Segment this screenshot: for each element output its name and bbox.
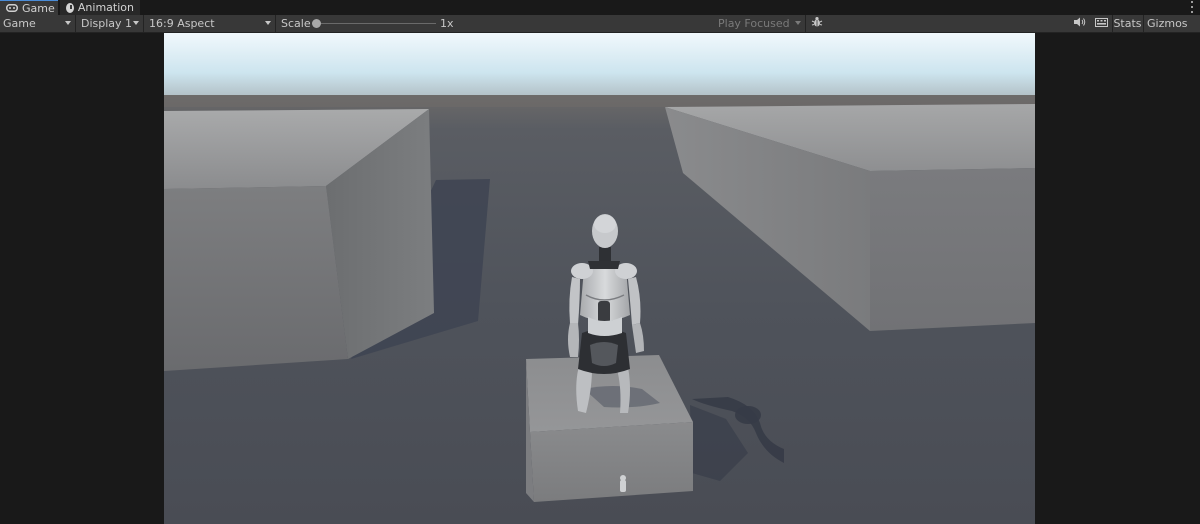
chevron-down-icon <box>65 21 71 25</box>
display-dropdown[interactable]: Display 1 <box>78 15 144 32</box>
view-mode-dropdown[interactable]: Game <box>0 15 76 32</box>
stats-button[interactable]: Stats <box>1112 15 1142 32</box>
scale-value: 1x <box>440 17 454 30</box>
game-scene-render <box>164 33 1035 524</box>
clock-icon <box>66 2 74 13</box>
kebab-menu-icon[interactable] <box>1190 1 1194 13</box>
keyboard-icon <box>1094 17 1108 30</box>
speaker-icon <box>1074 17 1086 30</box>
chevron-down-icon <box>795 21 801 25</box>
play-mode-dropdown[interactable]: Play Focused <box>714 15 806 32</box>
view-mode-value: Game <box>3 17 36 30</box>
scale-slider-track[interactable] <box>316 23 436 24</box>
tab-game-label: Game <box>22 1 55 15</box>
bug-button[interactable] <box>808 15 826 32</box>
mute-audio-button[interactable] <box>1070 15 1090 32</box>
display-value: Display 1 <box>81 17 133 30</box>
aspect-dropdown[interactable]: 16:9 Aspect <box>146 15 276 32</box>
game-viewport[interactable] <box>164 33 1035 524</box>
scale-slider[interactable] <box>312 15 436 32</box>
game-toolbar: Game Display 1 16:9 Aspect Scale 1x Play… <box>0 15 1200 33</box>
gamepad-icon <box>6 2 18 15</box>
chevron-down-icon <box>133 21 139 25</box>
chevron-down-icon <box>265 21 271 25</box>
tab-strip: Game Animation <box>0 0 1200 15</box>
tab-animation-label: Animation <box>77 1 134 14</box>
gizmos-button[interactable]: Gizmos <box>1143 15 1200 32</box>
play-mode-value: Play Focused <box>718 17 790 30</box>
tab-animation[interactable]: Animation <box>60 0 140 15</box>
tab-game[interactable]: Game <box>0 0 58 15</box>
shortcuts-button[interactable] <box>1091 15 1111 32</box>
bug-icon <box>811 16 823 31</box>
aspect-value: 16:9 Aspect <box>149 17 215 30</box>
scale-slider-handle[interactable] <box>312 19 321 28</box>
